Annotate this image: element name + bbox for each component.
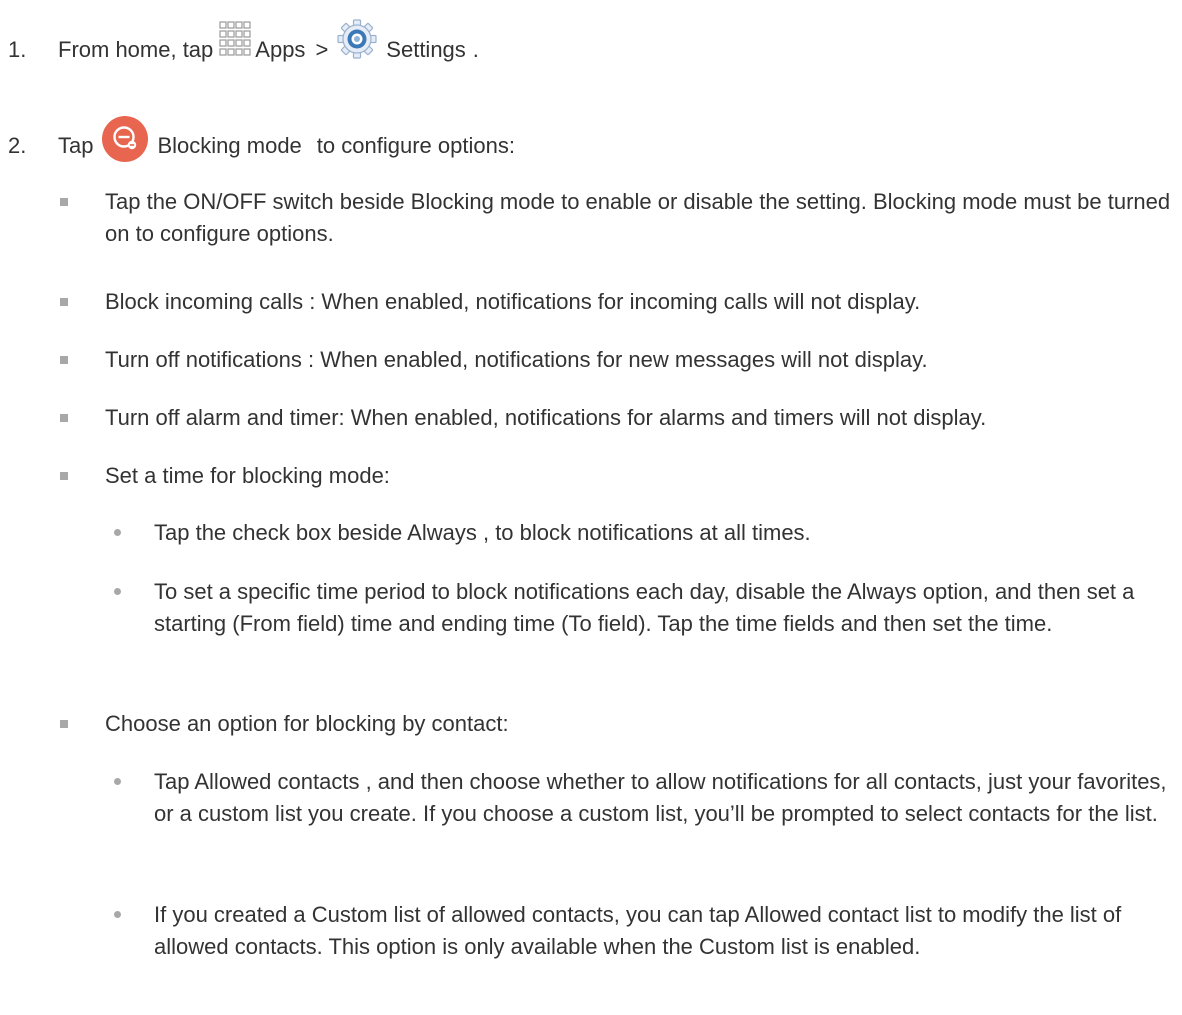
subbullet-allowed-contact-list: If you created a Custom list of allowed … xyxy=(154,902,1122,959)
subbullet-allowed-contacts: Tap Allowed contacts , and then choose w… xyxy=(154,769,1167,826)
bullet-onoff-switch: Tap the ON/OFF switch beside Blocking mo… xyxy=(105,189,1171,246)
step-end: . xyxy=(472,36,479,62)
round-bullet xyxy=(114,529,121,536)
apps-label: Apps xyxy=(255,36,306,62)
step-number: 2. xyxy=(8,132,27,158)
square-bullet xyxy=(60,356,68,364)
step-text: to configure options: xyxy=(316,132,515,158)
bullet-block-incoming-calls: Block incoming calls : When enabled, not… xyxy=(105,289,921,314)
apps-grid-icon xyxy=(219,21,251,57)
square-bullet xyxy=(60,198,68,206)
round-bullet xyxy=(114,588,121,595)
bullet-turn-off-notifications: Turn off notifications : When enabled, n… xyxy=(105,347,928,372)
square-bullet xyxy=(60,472,68,480)
step-2: 2. Tap Blocking mode to configure options: xyxy=(8,116,515,171)
blocking-mode-label: Blocking mode xyxy=(157,132,302,158)
step-text: Tap xyxy=(58,132,94,158)
subbullet-always: Tap the check box beside Always , to blo… xyxy=(154,520,811,545)
bullet-blocking-by-contact: Choose an option for blocking by contact… xyxy=(105,711,509,736)
square-bullet xyxy=(60,720,68,728)
blocking-mode-icon xyxy=(101,115,149,163)
settings-gear-icon xyxy=(334,18,380,60)
separator: > xyxy=(315,36,329,62)
subbullet-time-period: To set a specific time period to block n… xyxy=(154,579,1135,636)
instructions-document: 1. From home, tap Apps > Settings . 2. T… xyxy=(0,0,1182,1015)
round-bullet xyxy=(114,911,121,918)
bullet-turn-off-alarm: Turn off alarm and timer: When enabled, … xyxy=(105,405,987,430)
round-bullet xyxy=(114,778,121,785)
settings-label: Settings xyxy=(386,36,466,62)
step-text: From home, tap xyxy=(58,36,214,62)
bullet-set-time: Set a time for blocking mode: xyxy=(105,463,390,488)
square-bullet xyxy=(60,414,68,422)
step-1: 1. From home, tap Apps > Settings . xyxy=(8,19,479,72)
square-bullet xyxy=(60,298,68,306)
step-number: 1. xyxy=(8,36,27,62)
